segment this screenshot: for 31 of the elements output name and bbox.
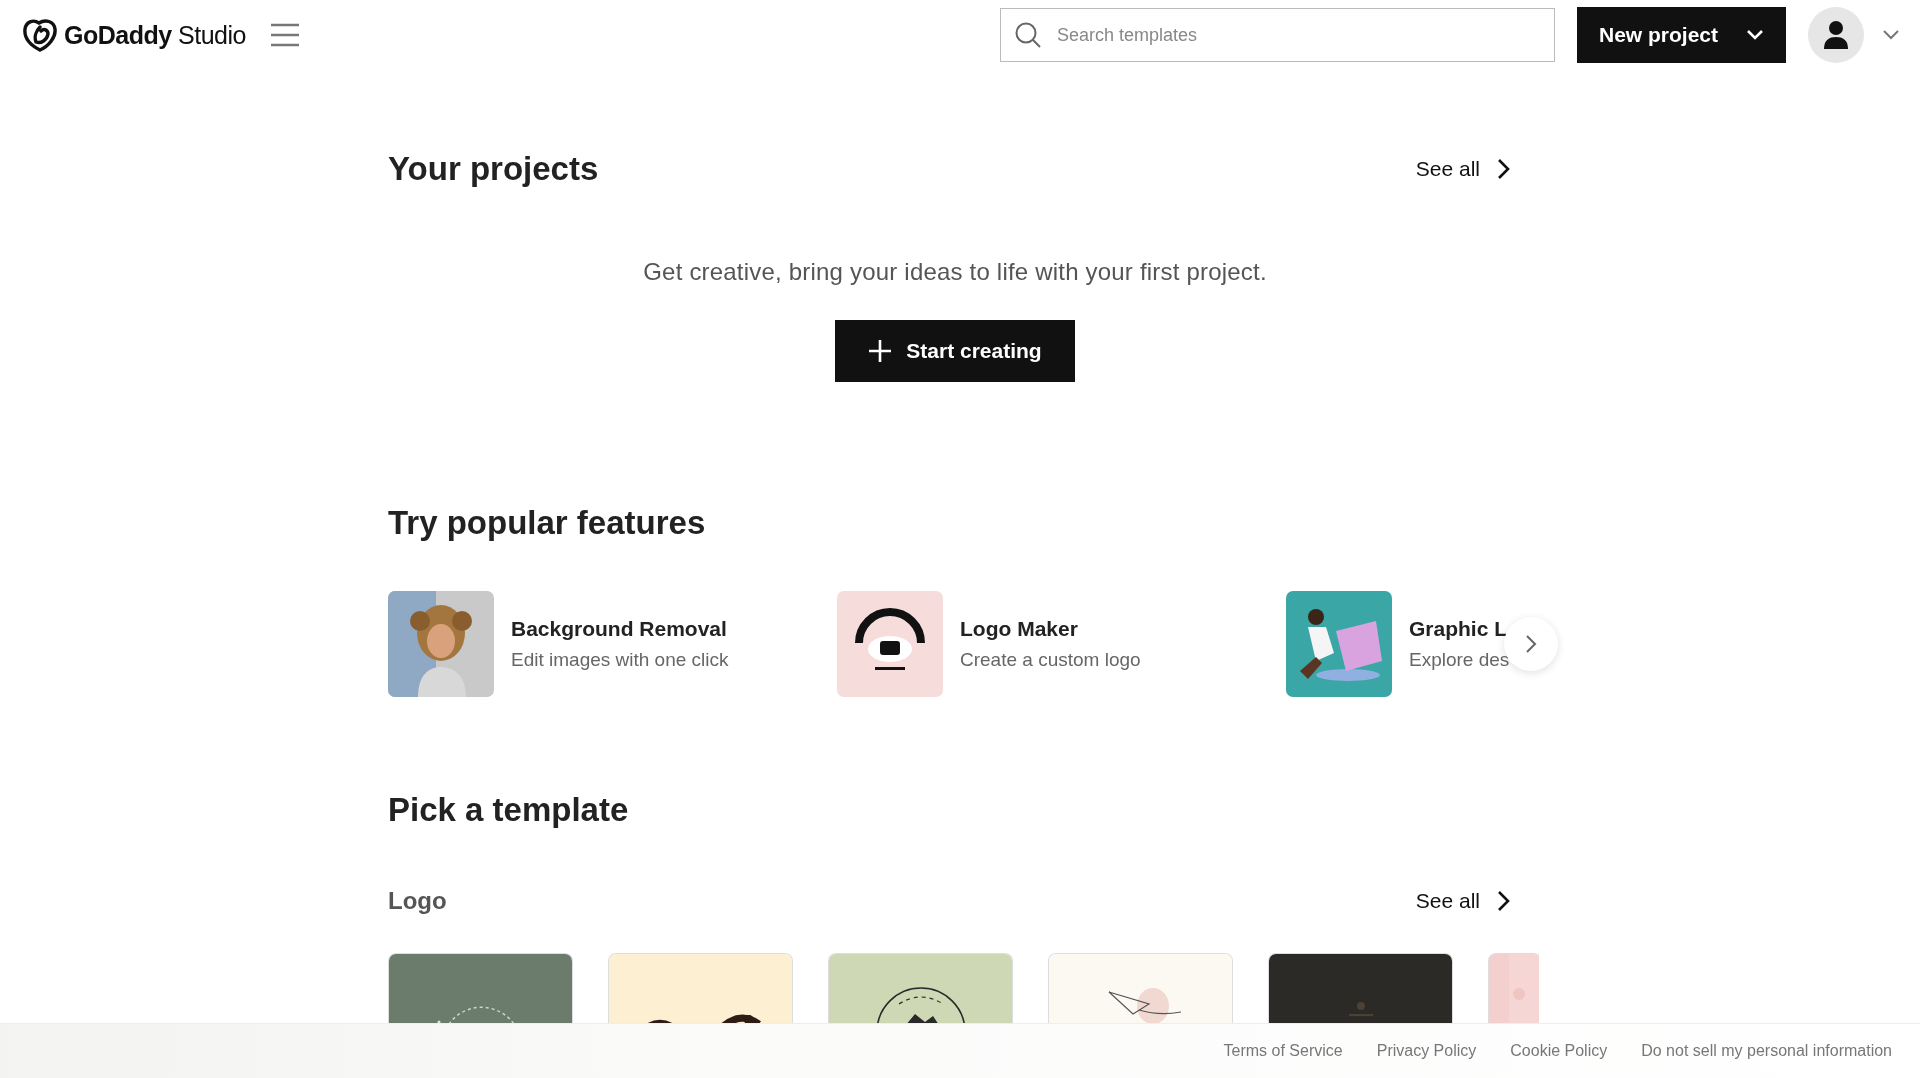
chevron-right-icon (1496, 158, 1510, 180)
start-creating-button[interactable]: Start creating (835, 320, 1075, 382)
footer-link[interactable]: Cookie Policy (1510, 1042, 1608, 1060)
empty-state-message: Get creative, bring your ideas to life with your first project. (642, 258, 1268, 286)
new-project-button[interactable]: New project (1577, 7, 1786, 63)
see-all-link[interactable]: See all (1415, 888, 1510, 913)
feature-title[interactable]: Graphic L (1409, 617, 1510, 641)
search-icon (1014, 21, 1042, 49)
section-heading: Your projects (388, 150, 599, 188)
search-field[interactable]: Search templates (1000, 8, 1555, 62)
feature-title[interactable]: Background Removal (511, 617, 729, 641)
feature-description: Edit images with one click (511, 649, 729, 671)
section-heading: Logo (388, 886, 447, 915)
see-all-link[interactable]: See all (1415, 157, 1510, 181)
section-heading: Try popular features (388, 504, 706, 542)
section-heading: Pick a template (388, 791, 629, 829)
feature-title[interactable]: Logo Maker (960, 617, 1141, 641)
plus-icon (868, 339, 893, 363)
logo-text: GoDaddy Studio (64, 20, 246, 50)
feature-description: Explore des (1409, 649, 1510, 671)
feature-description: Create a custom logo (960, 649, 1141, 671)
user-avatar[interactable] (1808, 7, 1864, 63)
logo-icon (22, 18, 58, 52)
footer-link[interactable]: Privacy Policy (1376, 1042, 1477, 1060)
menu-icon[interactable] (269, 22, 300, 48)
chevron-down-icon[interactable] (1882, 29, 1900, 41)
chevron-down-icon (1746, 29, 1764, 41)
chevron-right-icon (1496, 889, 1510, 912)
footer-link[interactable]: Terms of Service (1223, 1042, 1343, 1060)
chevron-right-icon (1525, 634, 1537, 654)
footer-link[interactable]: Do not sell my personal information (1641, 1042, 1892, 1060)
